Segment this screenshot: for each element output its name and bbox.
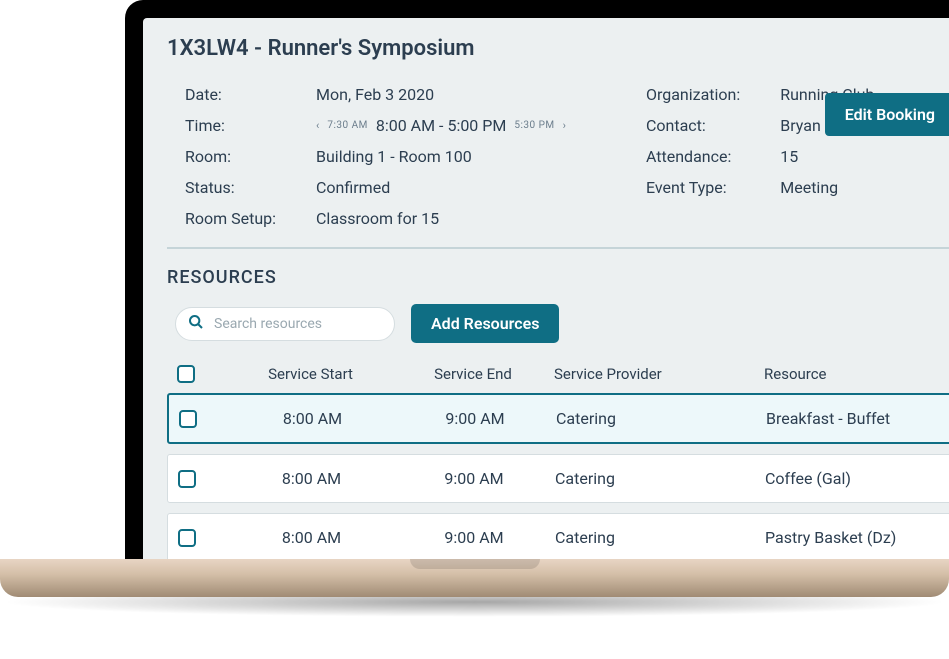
label-room: Room:: [185, 145, 276, 167]
section-divider: [167, 247, 949, 249]
search-icon: [188, 314, 204, 334]
time-pre: 7:30 AM: [327, 120, 368, 131]
col-header-end[interactable]: Service End: [398, 365, 548, 383]
search-input[interactable]: [214, 316, 378, 332]
time-post: 5:30 PM: [514, 120, 554, 131]
row-checkbox[interactable]: [178, 529, 196, 547]
label-attendance: Attendance:: [646, 145, 740, 167]
label-status: Status:: [185, 176, 276, 198]
search-resources-wrap[interactable]: [175, 307, 395, 341]
table-row[interactable]: 8:00 AM 9:00 AM Catering Breakfast - Buf…: [167, 393, 949, 444]
details-values-left: Mon, Feb 3 2020 ‹ 7:30 AM 8:00 AM - 5:00…: [316, 83, 566, 229]
label-organization: Organization:: [646, 83, 740, 105]
time-main: 8:00 AM - 5:00 PM: [376, 116, 506, 135]
cell-provider: Catering: [550, 409, 760, 428]
chevron-left-icon[interactable]: ‹: [316, 119, 319, 132]
cell-start: 8:00 AM: [225, 409, 400, 428]
app-screen: 1X3LW4 - Runner's Symposium Date: Time: …: [143, 18, 949, 560]
row-checkbox[interactable]: [179, 410, 197, 428]
laptop-base: [0, 559, 949, 597]
resources-table: Service Start Service End Service Provid…: [167, 357, 949, 560]
cell-resource: Breakfast - Buffet: [760, 409, 949, 428]
label-date: Date:: [185, 83, 276, 105]
edit-booking-button[interactable]: Edit Booking: [825, 93, 949, 136]
value-room-setup: Classroom for 15: [316, 207, 566, 229]
label-time: Time:: [185, 114, 276, 136]
value-date: Mon, Feb 3 2020: [316, 83, 566, 105]
details-labels-left: Date: Time: Room: Status: Room Setup:: [185, 83, 276, 229]
cell-end: 9:00 AM: [400, 409, 550, 428]
value-room: Building 1 - Room 100: [316, 145, 566, 167]
value-status: Confirmed: [316, 176, 566, 198]
cell-start: 8:00 AM: [224, 469, 399, 488]
cell-resource: Pastry Basket (Dz): [759, 528, 949, 547]
col-header-provider[interactable]: Service Provider: [548, 365, 758, 383]
col-header-start[interactable]: Service Start: [223, 365, 398, 383]
table-header: Service Start Service End Service Provid…: [167, 357, 949, 393]
label-contact: Contact:: [646, 114, 740, 136]
value-time: ‹ 7:30 AM 8:00 AM - 5:00 PM 5:30 PM ›: [316, 114, 566, 136]
label-event-type: Event Type:: [646, 176, 740, 198]
chevron-right-icon[interactable]: ›: [563, 119, 566, 132]
laptop-frame: 1X3LW4 - Runner's Symposium Date: Time: …: [125, 0, 949, 560]
table-row[interactable]: 8:00 AM 9:00 AM Catering Pastry Basket (…: [167, 513, 949, 560]
resource-controls: Add Resources: [167, 304, 949, 343]
cell-provider: Catering: [549, 469, 759, 488]
row-checkbox[interactable]: [178, 470, 196, 488]
add-resources-button[interactable]: Add Resources: [411, 304, 559, 343]
label-room-setup: Room Setup:: [185, 207, 276, 229]
cell-end: 9:00 AM: [399, 469, 549, 488]
value-attendance: 15: [780, 145, 874, 167]
value-event-type: Meeting: [780, 176, 874, 198]
cell-start: 8:00 AM: [224, 528, 399, 547]
resources-section-title: RESOURCES: [167, 267, 949, 288]
cell-provider: Catering: [549, 528, 759, 547]
table-row[interactable]: 8:00 AM 9:00 AM Catering Coffee (Gal): [167, 454, 949, 503]
select-all-checkbox[interactable]: [177, 365, 195, 383]
cell-resource: Coffee (Gal): [759, 469, 949, 488]
details-labels-right: Organization: Contact: Attendance: Event…: [646, 83, 740, 229]
edit-booking-wrap: Edit Booking: [825, 93, 949, 136]
page-title: 1X3LW4 - Runner's Symposium: [167, 36, 949, 61]
col-header-resource[interactable]: Resource: [758, 365, 949, 383]
cell-end: 9:00 AM: [399, 528, 549, 547]
